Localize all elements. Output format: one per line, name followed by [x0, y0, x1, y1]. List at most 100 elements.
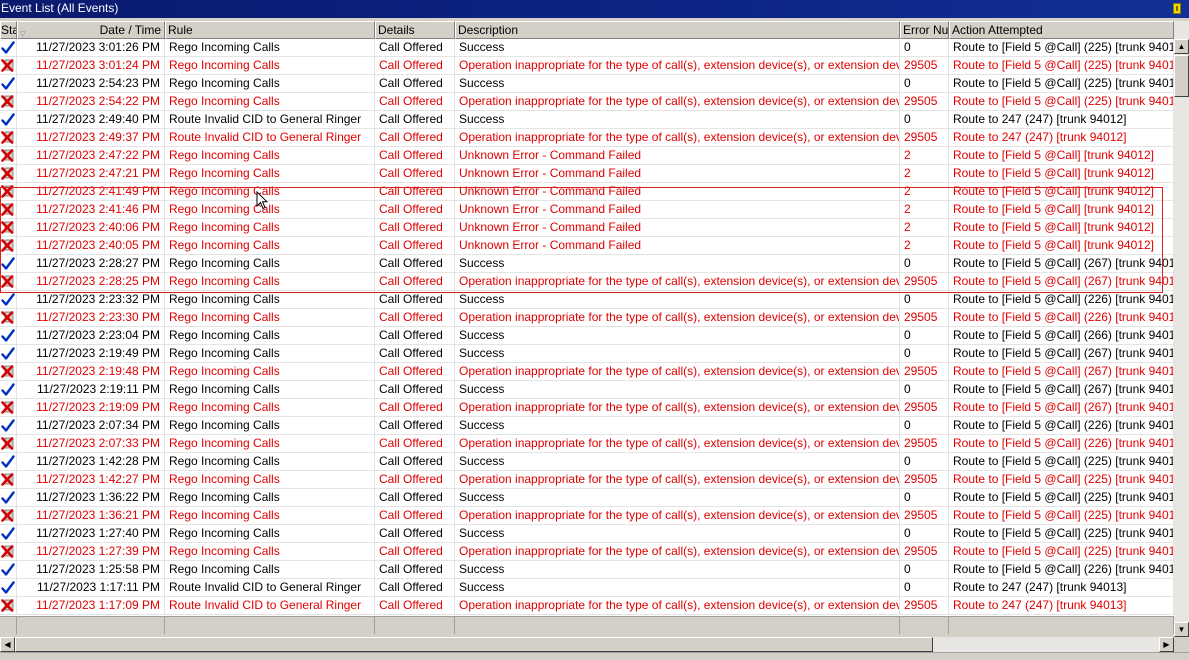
cell-action: Route to [Field 5 @Call] (267) [trunk 94… [949, 273, 1174, 291]
table-row[interactable]: 11/27/2023 2:40:06 PM Rego Incoming Calls… [0, 219, 1174, 237]
table-row[interactable]: 11/27/2023 2:23:04 PM Rego Incoming Calls… [0, 327, 1174, 345]
cell-details: Call Offered [375, 291, 455, 309]
table-row[interactable]: 11/27/2023 2:47:21 PM Rego Incoming Calls… [0, 165, 1174, 183]
cell-datetime: 11/27/2023 2:40:05 PM [17, 237, 165, 255]
table-row[interactable]: 11/27/2023 2:41:49 PM Rego Incoming Calls… [0, 183, 1174, 201]
cell-error-num: 29505 [900, 363, 949, 381]
cell-rule: Rego Incoming Calls [165, 525, 375, 543]
table-row[interactable]: 11/27/2023 2:19:09 PM Rego Incoming Calls… [0, 399, 1174, 417]
table-row[interactable]: 11/27/2023 2:41:46 PM Rego Incoming Calls… [0, 201, 1174, 219]
cell-description: Operation inappropriate for the type of … [455, 57, 900, 75]
table-row[interactable]: 11/27/2023 1:36:21 PM Rego Incoming Calls… [0, 507, 1174, 525]
table-row[interactable]: 11/27/2023 2:47:22 PM Rego Incoming Calls… [0, 147, 1174, 165]
cell-error-num: 2 [900, 165, 949, 183]
horizontal-scrollbar[interactable]: ◀ ▶ [0, 637, 1174, 652]
checkmark-icon [0, 327, 17, 345]
column-header-datetime[interactable]: ▽ Date / Time [17, 21, 165, 39]
cell-datetime: 11/27/2023 1:42:27 PM [17, 471, 165, 489]
cell-action: Route to [Field 5 @Call] (225) [trunk 94… [949, 525, 1174, 543]
cell-action: Route to [Field 5 @Call] (225) [trunk 94… [949, 57, 1174, 75]
table-row[interactable]: 11/27/2023 1:25:58 PM Rego Incoming Calls… [0, 561, 1174, 579]
cell-rule: Rego Incoming Calls [165, 561, 375, 579]
cell-description: Operation inappropriate for the type of … [455, 93, 900, 111]
scroll-left-button[interactable]: ◀ [0, 637, 15, 652]
vertical-scrollbar[interactable]: ▲ ▼ [1174, 21, 1189, 637]
table-row[interactable]: 11/27/2023 2:40:05 PM Rego Incoming Calls… [0, 237, 1174, 255]
cell-description: Operation inappropriate for the type of … [455, 129, 900, 147]
table-row[interactable]: 11/27/2023 2:19:11 PM Rego Incoming Calls… [0, 381, 1174, 399]
cell-action: Route to 247 (247) [trunk 94012] [949, 129, 1174, 147]
cell-action: Route to [Field 5 @Call] (266) [trunk 94… [949, 327, 1174, 345]
vertical-scroll-thumb[interactable] [1174, 55, 1189, 97]
cell-datetime: 11/27/2023 2:49:37 PM [17, 129, 165, 147]
cell-datetime: 11/27/2023 2:19:48 PM [17, 363, 165, 381]
table-row[interactable]: 11/27/2023 3:01:24 PM Rego Incoming Calls… [0, 57, 1174, 75]
cell-error-num: 0 [900, 525, 949, 543]
table-row[interactable]: 11/27/2023 2:23:32 PM Rego Incoming Calls… [0, 291, 1174, 309]
cell-error-num: 29505 [900, 273, 949, 291]
footer-cell [949, 617, 1174, 634]
column-header-action[interactable]: Action Attempted [949, 21, 1174, 39]
scroll-down-button[interactable]: ▼ [1174, 622, 1189, 637]
horizontal-scroll-thumb[interactable] [15, 637, 933, 652]
checkmark-icon [0, 255, 17, 273]
table-row[interactable]: 11/27/2023 1:17:11 PM Route Invalid CID t… [0, 579, 1174, 597]
cell-rule: Rego Incoming Calls [165, 381, 375, 399]
table-row[interactable]: 11/27/2023 2:54:23 PM Rego Incoming Calls… [0, 75, 1174, 93]
cell-details: Call Offered [375, 57, 455, 75]
scroll-up-button[interactable]: ▲ [1174, 39, 1189, 54]
scroll-right-button[interactable]: ▶ [1159, 637, 1174, 652]
pin-icon[interactable] [1173, 3, 1181, 14]
table-row[interactable]: 11/27/2023 1:17:09 PM Route Invalid CID t… [0, 597, 1174, 615]
table-row[interactable]: 11/27/2023 1:27:39 PM Rego Incoming Calls… [0, 543, 1174, 561]
cell-description: Operation inappropriate for the type of … [455, 471, 900, 489]
cell-description: Operation inappropriate for the type of … [455, 309, 900, 327]
table-row[interactable]: 11/27/2023 2:23:30 PM Rego Incoming Calls… [0, 309, 1174, 327]
table-row[interactable]: 11/27/2023 3:01:26 PM Rego Incoming Calls… [0, 39, 1174, 57]
cell-action: Route to [Field 5 @Call] (267) [trunk 94… [949, 345, 1174, 363]
cell-error-num: 2 [900, 201, 949, 219]
column-header-status[interactable]: Sta [0, 21, 17, 39]
column-header-error-num[interactable]: Error Num [900, 21, 949, 39]
red-x-icon [0, 129, 17, 147]
table-row[interactable]: 11/27/2023 2:49:37 PM Route Invalid CID t… [0, 129, 1174, 147]
table-row[interactable]: 11/27/2023 1:42:27 PM Rego Incoming Calls… [0, 471, 1174, 489]
cell-rule: Route Invalid CID to General Ringer [165, 111, 375, 129]
footer-cell [900, 617, 949, 634]
cell-action: Route to [Field 5 @Call] (267) [trunk 94… [949, 399, 1174, 417]
cell-action: Route to 247 (247) [trunk 94013] [949, 579, 1174, 597]
column-header-rule[interactable]: Rule [165, 21, 375, 39]
cell-description: Success [455, 525, 900, 543]
cell-datetime: 11/27/2023 3:01:24 PM [17, 57, 165, 75]
table-row[interactable]: 11/27/2023 2:28:27 PM Rego Incoming Calls… [0, 255, 1174, 273]
table-row[interactable]: 11/27/2023 2:54:22 PM Rego Incoming Calls… [0, 93, 1174, 111]
cell-action: Route to [Field 5 @Call] [trunk 94012] [949, 147, 1174, 165]
table-row[interactable]: 11/27/2023 1:27:40 PM Rego Incoming Calls… [0, 525, 1174, 543]
event-list[interactable]: 11/27/2023 3:01:26 PM Rego Incoming Calls… [0, 39, 1174, 616]
table-row[interactable]: 11/27/2023 1:42:28 PM Rego Incoming Calls… [0, 453, 1174, 471]
red-x-icon [0, 93, 17, 111]
table-row[interactable]: 11/27/2023 2:28:25 PM Rego Incoming Calls… [0, 273, 1174, 291]
cell-action: Route to [Field 5 @Call] (225) [trunk 94… [949, 471, 1174, 489]
cell-description: Success [455, 453, 900, 471]
table-row[interactable]: 11/27/2023 2:19:48 PM Rego Incoming Calls… [0, 363, 1174, 381]
red-x-icon [0, 183, 17, 201]
cell-datetime: 11/27/2023 1:27:39 PM [17, 543, 165, 561]
cell-rule: Rego Incoming Calls [165, 417, 375, 435]
cell-datetime: 11/27/2023 2:54:23 PM [17, 75, 165, 93]
table-row[interactable]: 11/27/2023 1:36:22 PM Rego Incoming Calls… [0, 489, 1174, 507]
table-row[interactable]: 11/27/2023 2:07:33 PM Rego Incoming Calls… [0, 435, 1174, 453]
checkmark-icon [0, 561, 17, 579]
column-header-description[interactable]: Description [455, 21, 900, 39]
table-row[interactable]: 11/27/2023 2:07:34 PM Rego Incoming Calls… [0, 417, 1174, 435]
cell-datetime: 11/27/2023 1:42:28 PM [17, 453, 165, 471]
cell-rule: Rego Incoming Calls [165, 273, 375, 291]
cell-description: Operation inappropriate for the type of … [455, 597, 900, 615]
checkmark-icon [0, 489, 17, 507]
cell-rule: Rego Incoming Calls [165, 237, 375, 255]
table-row[interactable]: 11/27/2023 2:49:40 PM Route Invalid CID t… [0, 111, 1174, 129]
cell-details: Call Offered [375, 417, 455, 435]
table-row[interactable]: 11/27/2023 2:19:49 PM Rego Incoming Calls… [0, 345, 1174, 363]
column-header-details[interactable]: Details [375, 21, 455, 39]
cell-description: Success [455, 39, 900, 57]
